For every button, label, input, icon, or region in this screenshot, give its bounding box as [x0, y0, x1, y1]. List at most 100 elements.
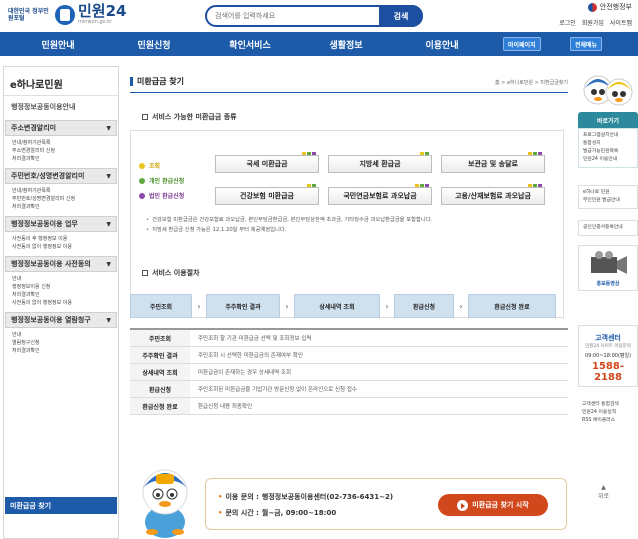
sidebar-link[interactable]: 처리결과확인 [12, 291, 110, 299]
table-row: 상세내역 조회 미환급금이 존재하는 경우 상세내역 조회 [130, 364, 568, 381]
section-heading-types: 서비스 가능한 미환급금 종류 [142, 112, 237, 122]
legend-item-personal: 개인 환급신청 [139, 176, 184, 185]
button-label: 국세 미환급금 [246, 160, 288, 168]
gov-logo[interactable]: 안전행정부 [587, 2, 632, 12]
sidebar-link[interactable]: 안내 [12, 275, 110, 283]
nav-item-confirm[interactable]: 확인서비스 [202, 38, 298, 51]
sidebar-group-idname[interactable]: 주민번호/성명변경알리미 ▼ [5, 168, 117, 184]
sitemap-link[interactable]: 사이트맵 [610, 18, 632, 27]
start-refund-search-button[interactable]: 미환급금 찾기 시작 [438, 494, 548, 516]
sidebar-link[interactable]: 주소변경알리미 신청 [12, 147, 110, 155]
service-link[interactable]: e하나로 민원 [583, 189, 633, 197]
cert-link[interactable]: 공인인증서등록안내 [583, 224, 633, 232]
sidebar-group-consent[interactable]: 행정정보공동이용 사전동의 ▼ [5, 256, 117, 272]
breadcrumb: 홈 > e하나로민원 > 미환급금찾기 [494, 80, 568, 86]
national-tax-button[interactable]: 국세 미환급금 [215, 152, 319, 173]
extra-link[interactable]: 고객센터 통합검색 [582, 401, 634, 409]
sidebar-subtitle[interactable]: 행정정보공동이용안내 [4, 96, 118, 118]
scroll-top-button[interactable]: ▲ 위로 [598, 484, 609, 500]
contact-label: 이용 문의 : [225, 493, 259, 501]
row-value: 주민조회된 미환급금을 기업기관 방문신청 없이 온라인으로 신청 접수 [198, 387, 357, 393]
sidebar-group-inspect[interactable]: 행정정보공동이용 열람청구 ▼ [5, 312, 117, 328]
page-title: 미환급금 찾기 [130, 76, 184, 87]
row-value: 환급신청 내용 최종확인 [198, 404, 253, 410]
shortcut-link[interactable]: 민원24 이용안내 [583, 156, 633, 164]
sidebar-link[interactable]: 열람청구신청 [12, 339, 110, 347]
search-button[interactable]: 검색 [379, 5, 423, 27]
nav-item-apply[interactable]: 민원신청 [106, 38, 202, 51]
service-link[interactable]: 무인민원 발급안내 [583, 197, 633, 205]
call-subtitle: 민원24 사이트 이용문의 [585, 344, 631, 349]
sidebar-links: 안내/참여기관목록 주소변경알리미 신청 처리결과확인 [4, 136, 118, 166]
allmenu-button[interactable]: 전체메뉴 [570, 37, 603, 51]
sidebar-link[interactable]: 행정정보이용 신청 [12, 283, 110, 291]
sidebar-group-address[interactable]: 주소변경알리미 ▼ [5, 120, 117, 136]
mypage-button[interactable]: 마이페이지 [503, 37, 541, 51]
sidebar-link[interactable]: 처리결과확인 [12, 203, 110, 211]
site-logo[interactable]: 대한민국 정부민원포털 민원24 minwon.go.kr [8, 4, 126, 26]
service-links: e하나로 민원 무인민원 발급안내 [578, 185, 638, 209]
chevron-down-icon: ▼ [106, 220, 111, 228]
sidebar-links: 안내/참여기관목록 주민번호/성명변경알리미 신청 처리결과확인 [4, 184, 118, 214]
util-links: 로그인 회원가입 사이트맵 [559, 18, 632, 27]
signup-link[interactable]: 회원가입 [582, 18, 604, 27]
promo-video-banner[interactable]: 홍보동영상 [578, 245, 638, 291]
national-pension-button[interactable]: 국민연금보험료 과오납금 [328, 184, 432, 205]
sidebar-link[interactable]: 안내 [12, 331, 110, 339]
sidebar-link[interactable]: 사전동의 없이 행정정보 이용 [12, 299, 110, 307]
employment-insurance-button[interactable]: 고용/산재보험료 과오납금 [441, 184, 545, 205]
service-flags [420, 152, 429, 155]
nav-item-life[interactable]: 생활정보 [298, 38, 394, 51]
scroll-top-label: 위로 [598, 493, 610, 500]
call-number: 1588-2188 [592, 361, 624, 383]
extra-link[interactable]: 민원24 이용실적 [582, 409, 634, 417]
button-label: 고용/산재보험료 과오납금 [455, 192, 531, 200]
contact-inquiry: • 이용 문의 : 행정정보공동이용센터(02-736-6431~2) [218, 492, 393, 502]
hours-label: 문의 시간 : [225, 509, 259, 517]
promo-label: 홍보동영상 [596, 281, 620, 287]
sidebar-group-label: 행정정보공동이용 열람청구 [11, 316, 91, 324]
shortcut-link[interactable]: 프로그램설치안내 [583, 132, 633, 140]
section-heading-text: 서비스 이용절차 [152, 269, 200, 277]
button-label: 건강보험 미환급금 [240, 192, 294, 200]
sidebar-group-work[interactable]: 행정정보공동이용 업무 ▼ [5, 216, 117, 232]
button-label: 보관금 및 송달료 [468, 160, 518, 168]
sidebar-link[interactable]: 주민번호/성명변경알리미 신청 [12, 195, 110, 203]
chevron-right-icon: › [385, 301, 389, 311]
shortcut-link[interactable]: 발급가능민원목록 [583, 148, 633, 156]
shortcut-link[interactable]: 통합성지 [583, 140, 633, 148]
sidebar-group-label: 주소변경알리미 [11, 124, 57, 132]
extra-link[interactable]: RSS 에이플러스 [582, 417, 634, 425]
health-insurance-button[interactable]: 건강보험 미환급금 [215, 184, 319, 205]
step-4: 환급신청 [394, 294, 454, 318]
table-row: 주주확인 결과 주민조회 시 선택한 미환급금의 존재여부 확인 [130, 347, 568, 364]
service-flags [415, 184, 429, 187]
sidebar-link[interactable]: 처리결과확인 [12, 155, 110, 163]
sidebar-group-label: 행정정보공동이용 사전동의 [11, 260, 91, 268]
chevron-right-icon: › [285, 301, 289, 311]
nav-item-usage[interactable]: 이용안내 [394, 38, 490, 51]
sidebar-link[interactable]: 사전동의 없이 행정정보 이용 [12, 243, 110, 251]
chevron-down-icon: ▼ [106, 260, 111, 268]
sidebar-link[interactable]: 처리결과확인 [12, 347, 110, 355]
service-flags [307, 184, 316, 187]
sidebar-item-refund[interactable]: 미환급금 찾기 [5, 497, 117, 514]
sidebar-link[interactable]: 사전동의 후 행정정보 이용 [12, 235, 110, 243]
purple-dot-icon [139, 192, 145, 199]
row-key: 주주확인 결과 [130, 347, 190, 363]
main-nav: 민원안내 민원신청 확인서비스 생활정보 이용안내 마이페이지 전체메뉴 [0, 32, 638, 56]
deposit-button[interactable]: 보관금 및 송달료 [441, 152, 545, 173]
chevron-down-icon: ▼ [106, 316, 111, 324]
sidebar-link[interactable]: 안내/참여기관목록 [12, 139, 110, 147]
local-tax-button[interactable]: 지방세 환급금 [328, 152, 432, 173]
search-input[interactable] [215, 9, 375, 23]
service-flags [528, 184, 542, 187]
sidebar-links: 안내 행정정보이용 신청 처리결과확인 사전동의 없이 행정정보 이용 [4, 272, 118, 310]
nav-item-guide[interactable]: 민원안내 [10, 38, 106, 51]
row-value: 미환급금이 존재하는 경우 상세내역 조회 [198, 370, 292, 376]
procedure-steps: 주민조회 › 주주확인 결과 › 상세내역 조회 › 환급신청 › 환급신청 완… [130, 294, 568, 318]
call-hours: 09:00~18:00(평일) [584, 353, 632, 359]
login-link[interactable]: 로그인 [559, 18, 576, 27]
sidebar-link[interactable]: 안내/참여기관목록 [12, 187, 110, 195]
contact-value: 행정정보공동이용센터(02-736-6431~2) [261, 493, 394, 501]
